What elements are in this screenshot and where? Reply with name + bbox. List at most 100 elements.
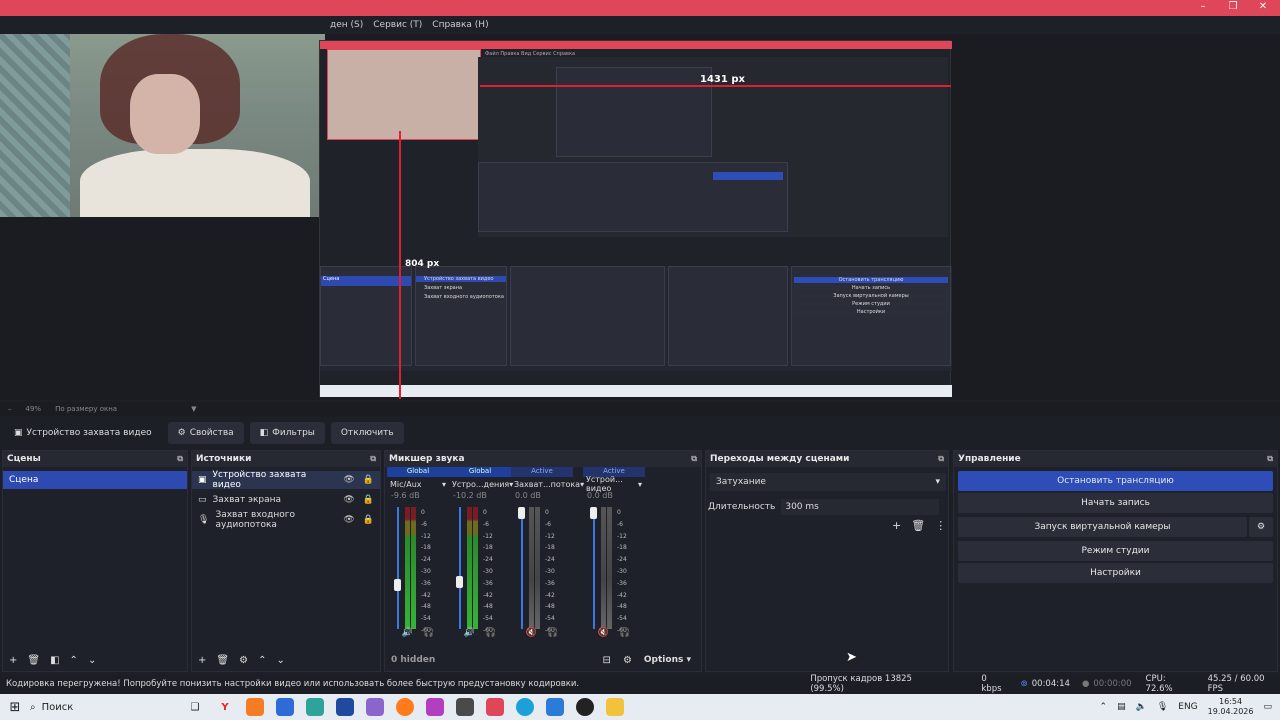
chevron-up-icon[interactable]: ⌃ — [1100, 702, 1108, 712]
source-item[interactable]: ▭ Захват экрана 👁 🔒 — [192, 491, 380, 509]
volume-fader[interactable] — [397, 507, 399, 629]
source-item[interactable]: ▣ Устройство захвата видео 👁 🔒 — [192, 470, 380, 490]
source-item[interactable]: 🎙 Захват входного аудиопотока 👁 🔒 — [192, 510, 380, 530]
eye-icon[interactable]: 👁 — [343, 475, 354, 485]
undock-icon[interactable]: ⧉ — [370, 454, 376, 464]
menu-item-scene[interactable]: ден (S) — [330, 20, 363, 30]
app-icon-magenta[interactable] — [426, 698, 444, 716]
firefox-icon[interactable] — [396, 698, 414, 716]
options-button[interactable]: Options ▾ — [644, 655, 691, 665]
lock-icon[interactable]: 🔒 — [363, 515, 374, 525]
filter-icon[interactable]: ◧ — [50, 655, 59, 666]
gear-icon[interactable]: ⚙ — [239, 655, 248, 666]
lock-icon[interactable]: 🔒 — [363, 475, 374, 485]
filters-button[interactable]: ◧ Фильтры — [249, 421, 325, 444]
add-icon[interactable]: + — [9, 655, 17, 666]
add-icon[interactable]: + — [198, 655, 206, 666]
menu-item-tools[interactable]: Сервис (T) — [373, 20, 422, 30]
studio-mode-button[interactable]: Режим студии — [958, 541, 1273, 561]
mouse-cursor-icon: ➤ — [846, 650, 857, 665]
zoom-fit-select[interactable]: По размеру окна — [55, 405, 117, 413]
virtual-camera-button[interactable]: Запуск виртуальной камеры — [958, 517, 1247, 537]
headphones-icon[interactable]: 🎧 — [485, 628, 496, 642]
volume-fader[interactable] — [459, 507, 461, 629]
fader-knob[interactable] — [518, 507, 525, 519]
scene-item[interactable]: Сцена — [3, 471, 187, 489]
fader-knob[interactable] — [590, 507, 597, 519]
stop-streaming-button[interactable]: Остановить трансляцию — [958, 471, 1273, 491]
duration-input[interactable]: 300 ms — [781, 499, 940, 515]
notification-icon[interactable]: ▭ — [1263, 702, 1272, 712]
undock-icon[interactable]: ⧉ — [177, 454, 183, 464]
network-icon[interactable]: ▤ — [1117, 702, 1126, 712]
app-icon-game[interactable] — [456, 698, 474, 716]
lock-icon[interactable]: 🔒 — [363, 495, 374, 505]
app-icon-teal[interactable] — [306, 698, 324, 716]
undock-icon[interactable]: ⧉ — [691, 454, 697, 464]
preview-canvas[interactable]: Файл Правка Вид Сервис Справка Сцена Уст… — [0, 34, 1280, 400]
transition-select[interactable]: Затухание ▾ — [710, 473, 946, 491]
start-recording-button[interactable]: Начать запись — [958, 493, 1273, 513]
arrow-up-icon[interactable]: ⌃ — [258, 655, 266, 666]
speaker-icon[interactable]: 🔊 — [464, 628, 475, 642]
taskbar-search[interactable]: ⌕ Поиск — [30, 702, 180, 713]
undock-icon[interactable]: ⧉ — [938, 454, 944, 464]
app-icon-red[interactable] — [486, 698, 504, 716]
volume-fader[interactable] — [593, 507, 595, 629]
trash-icon[interactable]: 🗑 — [216, 655, 229, 666]
chevron-down-icon[interactable]: ▾ — [442, 480, 446, 489]
language-indicator[interactable]: ENG — [1178, 702, 1197, 712]
gear-icon[interactable]: ⚙ — [1249, 517, 1273, 537]
clock[interactable]: 16:54 19.04.2026 — [1208, 697, 1254, 717]
file-explorer-icon[interactable] — [606, 698, 624, 716]
app-icon-purple[interactable] — [366, 698, 384, 716]
windows-start-icon[interactable]: ⊞ — [6, 698, 24, 716]
app-icon-navy[interactable] — [336, 698, 354, 716]
speaker-icon[interactable]: 🔊 — [402, 628, 413, 642]
muted-speaker-icon[interactable]: 🔇 — [598, 628, 609, 642]
microphone-icon[interactable]: 🎙 — [1157, 702, 1168, 712]
arrow-up-icon[interactable]: ⌃ — [70, 655, 78, 666]
minimize-button[interactable]: – — [1188, 0, 1218, 14]
volume-icon[interactable]: 🔈 — [1136, 702, 1147, 712]
trash-icon[interactable]: 🗑 — [911, 519, 925, 532]
headphones-icon[interactable]: 🎧 — [619, 628, 630, 642]
app-icon-mail[interactable] — [546, 698, 564, 716]
volume-fader[interactable] — [521, 507, 523, 629]
channel-name[interactable]: Захват...потока ▾ — [511, 477, 584, 491]
eye-icon[interactable]: 👁 — [343, 495, 354, 505]
eye-icon[interactable]: 👁 — [343, 515, 354, 525]
properties-button[interactable]: ⚙ Свойства — [167, 421, 244, 444]
taskview-icon[interactable]: ❑ — [186, 698, 204, 716]
headphones-icon[interactable]: 🎧 — [547, 628, 558, 642]
arrow-down-icon[interactable]: ⌄ — [276, 655, 284, 666]
chevron-down-icon[interactable]: ▾ — [638, 480, 642, 489]
edge-icon[interactable] — [516, 698, 534, 716]
layout-icon[interactable]: ⊟ — [603, 655, 611, 666]
close-button[interactable]: ✕ — [1248, 0, 1278, 14]
app-icon-blue[interactable] — [276, 698, 294, 716]
settings-button[interactable]: Настройки — [958, 563, 1273, 583]
channel-name[interactable]: Устро...дения ▾ — [449, 477, 513, 491]
disable-button[interactable]: Отключить — [330, 421, 404, 444]
more-icon[interactable]: ⋮ — [935, 519, 946, 532]
yandex-browser-icon[interactable]: Y — [216, 698, 234, 716]
fader-knob[interactable] — [394, 579, 401, 592]
arrow-down-icon[interactable]: ⌄ — [88, 655, 96, 666]
level-meter — [411, 507, 416, 629]
trash-icon[interactable]: 🗑 — [27, 655, 40, 666]
advanced-audio-icon[interactable]: ⚙ — [623, 655, 632, 666]
undock-icon[interactable]: ⧉ — [1267, 454, 1273, 464]
maximize-button[interactable]: ❐ — [1218, 0, 1248, 14]
zoom-minus-icon[interactable]: – — [8, 405, 12, 413]
fader-knob[interactable] — [456, 575, 463, 588]
app-icon-orange[interactable] — [246, 698, 264, 716]
channel-name[interactable]: Устрой... видео ▾ — [583, 475, 645, 493]
add-icon[interactable]: + — [892, 519, 901, 532]
menu-item-help[interactable]: Справка (H) — [432, 20, 488, 30]
chevron-down-icon[interactable]: ▼ — [191, 405, 196, 413]
channel-name[interactable]: Mic/Aux ▾ — [387, 477, 449, 491]
muted-speaker-icon[interactable]: 🔇 — [526, 628, 537, 642]
headphones-icon[interactable]: 🎧 — [423, 628, 434, 642]
obs-icon[interactable] — [576, 698, 594, 716]
